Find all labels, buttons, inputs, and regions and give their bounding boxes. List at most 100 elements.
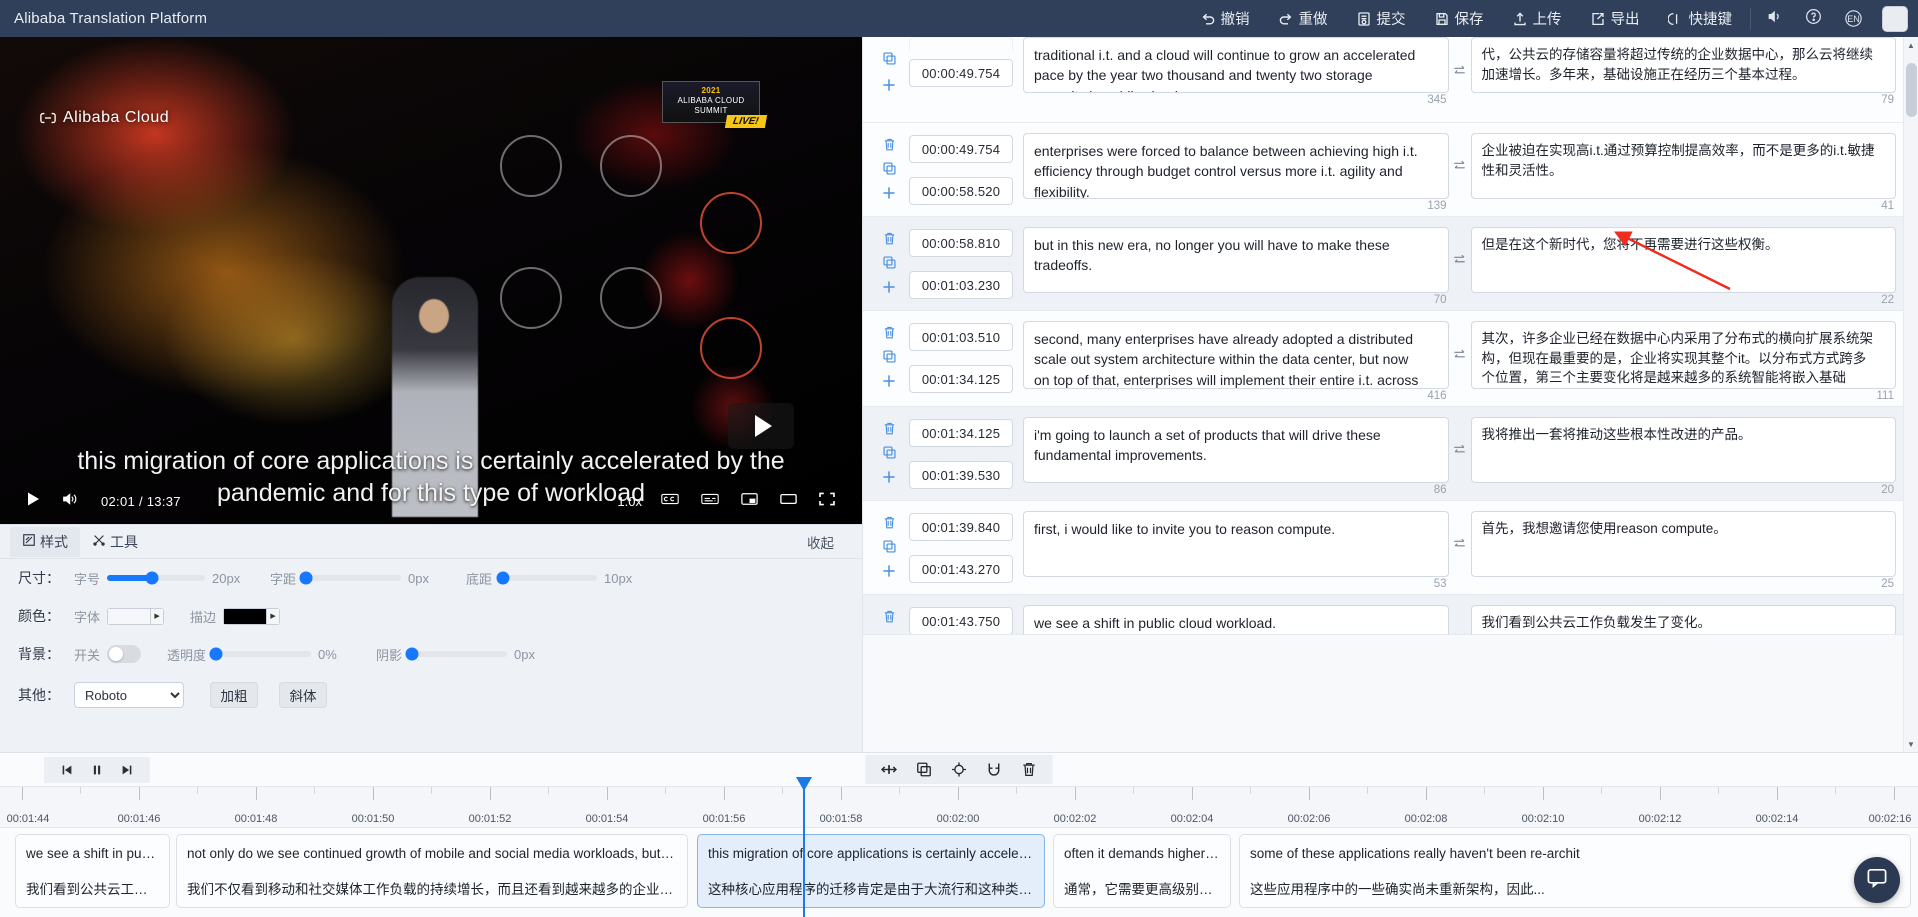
source-text-input[interactable]: traditional i.t. and a cloud will contin… [1023, 37, 1449, 93]
target-text-input[interactable]: 我将推出一套将推动这些根本性改进的产品。 [1470, 417, 1896, 483]
save-button[interactable]: 保存 [1420, 4, 1498, 33]
end-time-input[interactable]: 00:00:58.520 [909, 177, 1013, 205]
skip-to-end-icon[interactable] [112, 761, 142, 779]
bottom-margin-slider-knob[interactable] [496, 571, 510, 585]
source-text-input[interactable]: enterprises were forced to balance betwe… [1023, 133, 1449, 199]
fullscreen-button[interactable] [808, 487, 846, 516]
start-time-input[interactable]: 00:01:43.750 [909, 607, 1013, 634]
target-text-input[interactable]: 但是在这个新时代，您将不再需要进行这些权衡。 [1470, 227, 1896, 293]
target-text-input[interactable]: 企业被迫在实现高i.t.通过预算控制提高效率，而不是更多的i.t.敏捷性和灵活性… [1470, 133, 1896, 199]
background-toggle-switch[interactable] [107, 645, 142, 663]
help-button[interactable] [1794, 3, 1833, 35]
end-time-input[interactable]: 00:01:34.125 [909, 365, 1013, 393]
target-text-input[interactable]: 我们看到公共云工作负载发生了变化。 [1470, 605, 1896, 634]
resize-horizontal-icon[interactable] [872, 758, 907, 781]
delete-icon[interactable] [882, 609, 897, 624]
end-time-input[interactable]: 00:01:43.270 [909, 555, 1013, 583]
add-icon[interactable] [881, 563, 897, 579]
target-icon[interactable] [942, 758, 977, 781]
bold-button[interactable]: 加粗 [210, 682, 258, 708]
picture-in-picture-button[interactable] [730, 487, 769, 516]
export-button[interactable]: 导出 [1576, 4, 1654, 33]
table-row[interactable]: 00:01:03.510 00:01:34.125 second, many e… [863, 311, 1918, 407]
end-time-input[interactable]: 00:00:49.754 [909, 59, 1013, 87]
volume-button[interactable] [51, 487, 89, 516]
pause-icon[interactable] [82, 761, 112, 779]
letter-spacing-slider-knob[interactable] [299, 571, 313, 585]
sound-button[interactable] [1755, 3, 1794, 35]
add-icon[interactable] [881, 77, 897, 93]
shortcuts-button[interactable]: 快捷键 [1654, 4, 1747, 33]
delete-icon[interactable] [882, 421, 897, 436]
list-scrollbar[interactable]: ▲ ▼ [1903, 37, 1918, 752]
table-row[interactable]: 00:01:43.750 we see a shift in public cl… [863, 595, 1918, 635]
font-color-picker[interactable]: ▶ [107, 607, 165, 625]
font-size-slider[interactable] [107, 571, 206, 585]
italic-button[interactable]: 斜体 [279, 682, 327, 708]
table-row[interactable]: 00:00:49.754 traditional i.t. and a clou… [863, 37, 1918, 123]
list-scroll-thumb[interactable] [1906, 63, 1917, 117]
list-item[interactable]: we see a shift in publi... 我们看到公共云工作负... [15, 834, 170, 908]
swap-icon[interactable] [1449, 158, 1471, 187]
skip-to-start-icon[interactable] [52, 761, 82, 779]
start-time-input[interactable]: 00:00:49.754 [909, 135, 1013, 163]
source-text-input[interactable]: first, i would like to invite you to rea… [1023, 511, 1449, 577]
captions-button[interactable] [650, 487, 690, 516]
timeline-ruler[interactable]: 00:01:44 00:01:46 00:01:48 00:01:50 00:0… [0, 777, 1918, 917]
collapse-panel-button[interactable]: 收起 [807, 532, 834, 552]
list-item[interactable]: not only do we see continued growth of m… [176, 834, 688, 908]
delete-icon[interactable] [1012, 758, 1047, 781]
swap-icon[interactable] [1449, 442, 1471, 471]
start-time-input[interactable]: 00:00:58.810 [909, 229, 1013, 257]
duplicate-icon[interactable] [882, 445, 897, 460]
upload-button[interactable]: 上传 [1498, 4, 1576, 33]
opacity-slider[interactable] [209, 647, 312, 661]
table-row[interactable]: 00:01:34.125 00:01:39.530 i'm going to l… [863, 407, 1918, 501]
swap-icon[interactable] [1449, 347, 1471, 376]
add-icon[interactable] [881, 185, 897, 201]
duplicate-icon[interactable] [907, 758, 942, 781]
delete-icon[interactable] [882, 231, 897, 246]
subtitle-editor-list[interactable]: 00:00:49.754 traditional i.t. and a clou… [862, 37, 1918, 752]
delete-icon[interactable] [882, 137, 897, 152]
source-text-input[interactable]: but in this new era, no longer you will … [1023, 227, 1449, 293]
tab-tools[interactable]: 工具 [80, 527, 150, 557]
duplicate-icon[interactable] [882, 51, 897, 66]
font-family-select[interactable]: Roboto [74, 682, 184, 708]
bottom-margin-slider[interactable] [496, 571, 598, 585]
delete-icon[interactable] [882, 325, 897, 340]
source-text-input[interactable]: we see a shift in public cloud workload. [1023, 605, 1449, 634]
shadow-slider-knob[interactable] [405, 647, 419, 661]
center-play-button[interactable] [728, 403, 794, 449]
add-icon[interactable] [881, 469, 897, 485]
undo-button[interactable]: 撤销 [1186, 4, 1264, 33]
table-row[interactable]: 00:01:39.840 00:01:43.270 first, i would… [863, 501, 1918, 595]
list-item[interactable]: often it demands higher lev... 通常，它需要更高级… [1053, 834, 1231, 908]
target-text-input[interactable]: 代，公共云的存储容量将超过传统的企业数据中心，那么云将继续加速增长。多年来，基础… [1470, 37, 1896, 93]
table-row[interactable]: 00:00:49.754 00:00:58.520 enterprises we… [863, 123, 1918, 217]
swap-icon[interactable] [1449, 611, 1471, 625]
start-time-input[interactable]: 00:01:34.125 [909, 419, 1013, 447]
delete-icon[interactable] [882, 515, 897, 530]
duplicate-icon[interactable] [882, 161, 897, 176]
add-icon[interactable] [881, 279, 897, 295]
end-time-input[interactable]: 00:01:39.530 [909, 461, 1013, 489]
swap-icon[interactable] [1449, 536, 1471, 565]
theater-mode-button[interactable] [769, 487, 808, 516]
duplicate-icon[interactable] [882, 349, 897, 364]
duplicate-icon[interactable] [882, 255, 897, 270]
scroll-up-icon[interactable]: ▲ [1904, 37, 1918, 53]
list-item[interactable]: some of these applications really haven'… [1239, 834, 1911, 908]
source-text-input[interactable]: second, many enterprises have already ad… [1023, 321, 1449, 389]
submit-button[interactable]: 提交 [1342, 4, 1420, 33]
font-size-slider-knob[interactable] [145, 571, 159, 585]
duplicate-icon[interactable] [882, 539, 897, 554]
add-icon[interactable] [881, 373, 897, 389]
swap-icon[interactable] [1449, 252, 1471, 281]
target-text-input[interactable]: 其次，许多企业已经在数据中心内采用了分布式的横向扩展系统架构，但现在最重要的是，… [1470, 321, 1896, 389]
list-item[interactable]: this migration of core applications is c… [697, 834, 1045, 908]
redo-button[interactable]: 重做 [1264, 4, 1342, 33]
scroll-down-icon[interactable]: ▼ [1904, 736, 1918, 752]
table-row[interactable]: 00:00:58.810 00:01:03.230 but in this ne… [863, 217, 1918, 311]
avatar[interactable] [1882, 5, 1908, 32]
